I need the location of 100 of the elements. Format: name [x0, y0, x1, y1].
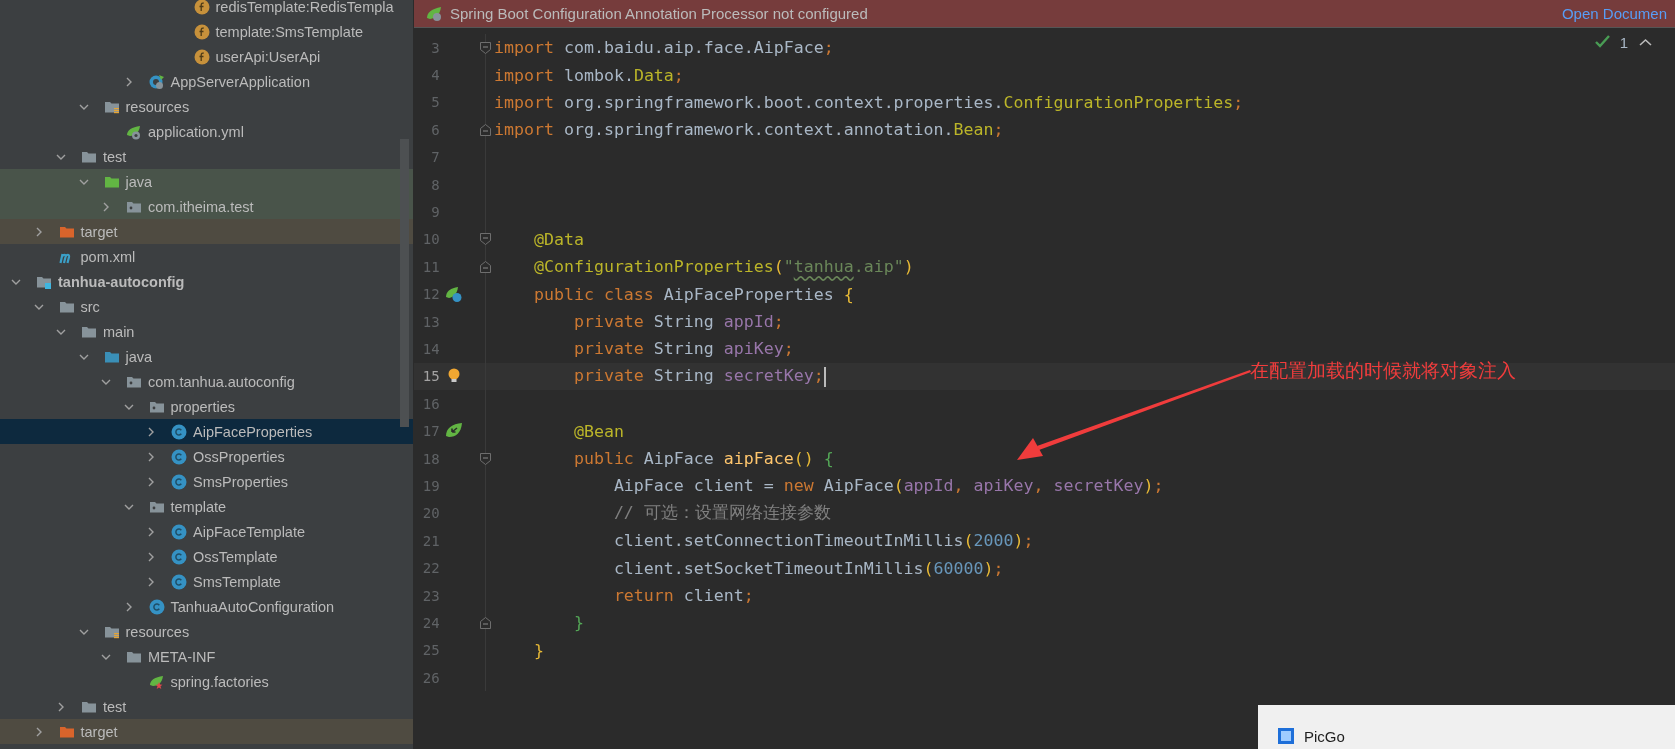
- class-icon: [148, 598, 165, 615]
- chevron-right-icon[interactable]: [146, 551, 156, 562]
- tree-item[interactable]: AipFaceProperties: [0, 419, 413, 444]
- chevron-right-icon[interactable]: [101, 201, 111, 212]
- line-number: 8: [430, 176, 440, 193]
- tree-item[interactable]: target: [0, 219, 413, 244]
- bean-icon[interactable]: [445, 285, 464, 304]
- tree-item[interactable]: resources: [0, 619, 413, 644]
- check-icon[interactable]: [1594, 35, 1610, 50]
- code-line: }: [572, 613, 584, 633]
- line-number: 10: [421, 231, 440, 248]
- tree-item[interactable]: AppServerApplication: [0, 69, 413, 94]
- banner-message: Spring Boot Configuration Annotation Processor not configured: [450, 5, 869, 22]
- tree-item[interactable]: SmsTemplate: [0, 569, 413, 594]
- chevron-right-icon[interactable]: [146, 426, 156, 437]
- code-line: import lombok.Data;: [493, 65, 684, 85]
- code-line: @ConfigurationProperties("tanhua.aip"): [532, 257, 914, 277]
- code-line: private String secretKey;: [572, 366, 826, 387]
- code-line: client.setSocketTimeoutInMillis(60000);: [612, 558, 1004, 578]
- line-number: 26: [421, 669, 440, 686]
- tree-item[interactable]: java: [0, 344, 413, 369]
- code-line: private String appId;: [572, 312, 784, 332]
- tree-item[interactable]: TanhuaAutoConfiguration: [0, 594, 413, 619]
- code-line: import org.springframework.boot.context.properties.ConfigurationProperties;: [493, 92, 1244, 112]
- tree-item[interactable]: redisTemplate:RedisTempla: [0, 0, 413, 19]
- tree-item[interactable]: tanhua-autoconfig: [0, 269, 413, 294]
- line-number: 25: [421, 642, 440, 659]
- fold-marker-icon[interactable]: [480, 123, 491, 136]
- code-line: private String apiKey;: [572, 339, 794, 359]
- tree-item[interactable]: META-INF: [0, 644, 413, 669]
- code-line: }: [532, 640, 544, 660]
- class-icon: [171, 573, 187, 590]
- chevron-right-icon[interactable]: [146, 576, 156, 587]
- code-line: AipFace client = new AipFace(appId, apiKey, secretKey);: [612, 476, 1164, 496]
- fold-marker-icon[interactable]: [480, 452, 491, 465]
- line-number: 14: [421, 341, 440, 357]
- tree-item[interactable]: main: [0, 319, 413, 344]
- tree-item[interactable]: template: [0, 494, 413, 519]
- spring-app-icon: [148, 73, 165, 90]
- line-number: 19: [421, 477, 440, 494]
- spring-file-icon: [148, 673, 165, 690]
- code-line: public AipFace aipFace() {: [572, 449, 834, 469]
- class-icon: [171, 448, 187, 465]
- inspection-count[interactable]: 1: [1619, 34, 1628, 51]
- code-line: import org.springframework.context.annotation.Bean;: [493, 120, 1004, 140]
- field-icon: [193, 48, 210, 65]
- tree-item[interactable]: properties: [0, 394, 413, 419]
- documentation-link[interactable]: Open Documen: [1561, 5, 1667, 22]
- line-number: 16: [421, 395, 440, 412]
- code-line: @Bean: [572, 421, 624, 441]
- tree-item[interactable]: userApi:UserApi: [0, 44, 413, 69]
- tree-item[interactable]: SmsProperties: [0, 469, 413, 494]
- tree-item[interactable]: src: [0, 294, 413, 319]
- tree-item[interactable]: OssProperties: [0, 444, 413, 469]
- line-number: 22: [421, 560, 440, 577]
- app-icon: [1278, 728, 1294, 744]
- code-line: import com.baidu.aip.face.AipFace;: [493, 38, 834, 58]
- line-number: 23: [421, 587, 440, 604]
- chevron-right-icon[interactable]: [146, 451, 156, 462]
- window-title: PicGo: [1304, 727, 1345, 745]
- line-number: 9: [430, 204, 440, 221]
- tree-item[interactable]: spring.factories: [0, 669, 413, 694]
- line-number: 12: [421, 286, 440, 303]
- annotation-text: 在配置加载的时候就将对象注入: [1250, 359, 1516, 383]
- tree-item[interactable]: pom.xml: [0, 244, 413, 269]
- chevron-right-icon[interactable]: [146, 476, 156, 487]
- spring-leaf-icon: [426, 5, 444, 22]
- line-number: 15: [421, 368, 440, 385]
- line-number: 4: [430, 67, 440, 84]
- line-number: 6: [430, 121, 440, 138]
- code-line: return client;: [612, 586, 754, 605]
- line-number: 5: [430, 94, 440, 111]
- tree-item[interactable]: test: [0, 694, 413, 719]
- fold-marker-icon[interactable]: [480, 41, 491, 54]
- tree-item[interactable]: java: [0, 169, 413, 194]
- code-line: public class AipFaceProperties {: [532, 284, 854, 304]
- class-icon: [171, 423, 187, 440]
- spring-config-icon: [126, 123, 142, 140]
- tree-item[interactable]: com.itheima.test: [0, 194, 413, 219]
- tree-item[interactable]: AipFaceTemplate: [0, 519, 413, 544]
- tree-item[interactable]: application.yml: [0, 119, 413, 144]
- code-line: @Data: [532, 229, 584, 249]
- tree-item[interactable]: com.tanhua.autoconfig: [0, 369, 413, 394]
- fold-marker-icon[interactable]: [480, 616, 491, 629]
- chevron-right-icon[interactable]: [146, 526, 156, 537]
- tree-item[interactable]: test: [0, 144, 413, 169]
- line-number: 18: [421, 450, 440, 467]
- tree-item[interactable]: target: [0, 719, 413, 744]
- line-number: 17: [421, 423, 440, 440]
- class-icon: [171, 473, 187, 490]
- chevron-right-icon[interactable]: [56, 701, 66, 712]
- tree-item[interactable]: template:SmsTemplate: [0, 19, 413, 44]
- line-number: 7: [430, 149, 440, 166]
- scrollbar-thumb[interactable]: [400, 139, 409, 427]
- tree-item[interactable]: OssTemplate: [0, 544, 413, 569]
- fold-marker-icon[interactable]: [480, 233, 491, 246]
- tree-item[interactable]: resources: [0, 94, 413, 119]
- code-line: // 可选：设置网络连接参数: [612, 502, 831, 525]
- fold-marker-icon[interactable]: [480, 260, 491, 273]
- code-line: client.setConnectionTimeoutInMillis(2000);: [612, 531, 1034, 551]
